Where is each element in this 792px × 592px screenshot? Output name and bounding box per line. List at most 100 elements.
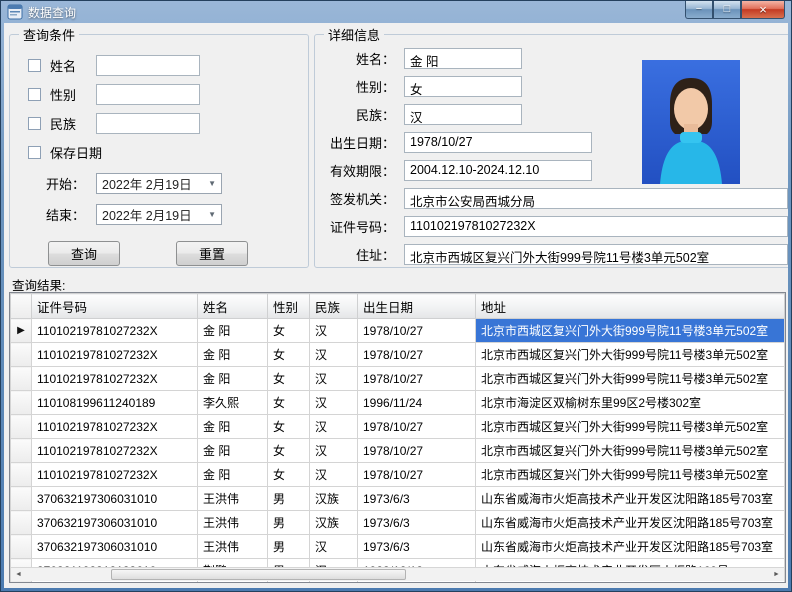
gender-filter-checkbox[interactable]	[28, 88, 41, 101]
cell-id[interactable]: 370632197306031010	[32, 487, 198, 511]
query-button[interactable]: 查询	[48, 241, 120, 266]
chevron-down-icon[interactable]: ▼	[208, 179, 216, 188]
cell-id[interactable]: 11010219781027232X	[32, 439, 198, 463]
cell-gender[interactable]: 女	[268, 391, 310, 415]
row-selector[interactable]	[11, 391, 32, 415]
detail-address-field[interactable]: 北京市西城区复兴门外大街999号院11号楼3单元502室	[404, 244, 788, 265]
cell-name[interactable]: 金 阳	[198, 415, 268, 439]
cell-address[interactable]: 北京市西城区复兴门外大街999号院11号楼3单元502室	[476, 343, 785, 367]
cell-name[interactable]: 金 阳	[198, 463, 268, 487]
cell-birth[interactable]: 1978/10/27	[358, 439, 476, 463]
cell-birth[interactable]: 1978/10/27	[358, 367, 476, 391]
cell-id[interactable]: 11010219781027232X	[32, 367, 198, 391]
row-selector-arrow-icon[interactable]: ▶	[11, 319, 32, 343]
cell-gender[interactable]: 女	[268, 463, 310, 487]
table-row[interactable]: 370632197306031010王洪伟男汉1973/6/3山东省威海市火炬高…	[11, 535, 785, 559]
cell-name[interactable]: 金 阳	[198, 319, 268, 343]
cell-birth[interactable]: 1978/10/27	[358, 319, 476, 343]
cell-name[interactable]: 金 阳	[198, 343, 268, 367]
cell-ethnic[interactable]: 汉	[310, 439, 358, 463]
cell-name[interactable]: 金 阳	[198, 439, 268, 463]
cell-address[interactable]: 山东省威海市火炬高技术产业开发区沈阳路185号703室	[476, 511, 785, 535]
table-row[interactable]: 370632197306031010王洪伟男汉族1973/6/3山东省威海市火炬…	[11, 487, 785, 511]
row-selector[interactable]	[11, 439, 32, 463]
scrollbar-thumb[interactable]	[111, 569, 406, 580]
minimize-button[interactable]: −	[685, 1, 713, 19]
table-row[interactable]: ▶11010219781027232X金 阳女汉1978/10/27北京市西城区…	[11, 319, 785, 343]
cell-ethnic[interactable]: 汉	[310, 367, 358, 391]
cell-id[interactable]: 370632197306031010	[32, 511, 198, 535]
cell-name[interactable]: 金 阳	[198, 367, 268, 391]
cell-gender[interactable]: 男	[268, 535, 310, 559]
cell-id[interactable]: 11010219781027232X	[32, 319, 198, 343]
row-selector[interactable]	[11, 487, 32, 511]
cell-ethnic[interactable]: 汉	[310, 319, 358, 343]
cell-ethnic[interactable]: 汉	[310, 463, 358, 487]
cell-gender[interactable]: 男	[268, 487, 310, 511]
cell-address[interactable]: 山东省威海市火炬高技术产业开发区沈阳路185号703室	[476, 535, 785, 559]
cell-id[interactable]: 370632197306031010	[32, 535, 198, 559]
gender-filter-input[interactable]	[96, 84, 200, 105]
cell-gender[interactable]: 女	[268, 415, 310, 439]
start-date-picker[interactable]: 2022年 2月19日 ▼	[96, 173, 222, 194]
row-selector[interactable]	[11, 535, 32, 559]
cell-id[interactable]: 11010219781027232X	[32, 415, 198, 439]
cell-name[interactable]: 李久熙	[198, 391, 268, 415]
cell-name[interactable]: 王洪伟	[198, 535, 268, 559]
cell-ethnic[interactable]: 汉	[310, 391, 358, 415]
name-filter-checkbox[interactable]	[28, 59, 41, 72]
cell-address[interactable]: 北京市西城区复兴门外大街999号院11号楼3单元502室	[476, 463, 785, 487]
cell-gender[interactable]: 女	[268, 319, 310, 343]
cell-birth[interactable]: 1973/6/3	[358, 487, 476, 511]
cell-address[interactable]: 北京市海淀区双榆树东里99区2号楼302室	[476, 391, 785, 415]
detail-birth-field[interactable]: 1978/10/27	[404, 132, 592, 153]
cell-address[interactable]: 北京市西城区复兴门外大街999号院11号楼3单元502室	[476, 439, 785, 463]
column-header[interactable]: 地址	[476, 294, 785, 319]
row-selector[interactable]	[11, 511, 32, 535]
detail-ethnic-field[interactable]: 汉	[404, 104, 522, 125]
row-selector[interactable]	[11, 463, 32, 487]
table-row[interactable]: 11010219781027232X金 阳女汉1978/10/27北京市西城区复…	[11, 415, 785, 439]
column-header[interactable]: 民族	[310, 294, 358, 319]
chevron-down-icon[interactable]: ▼	[208, 210, 216, 219]
end-date-picker[interactable]: 2022年 2月19日 ▼	[96, 204, 222, 225]
ethnic-filter-checkbox[interactable]	[28, 117, 41, 130]
cell-gender[interactable]: 女	[268, 343, 310, 367]
detail-name-field[interactable]: 金 阳	[404, 48, 522, 69]
column-header[interactable]: 出生日期	[358, 294, 476, 319]
cell-id[interactable]: 11010219781027232X	[32, 343, 198, 367]
cell-gender[interactable]: 女	[268, 439, 310, 463]
cell-ethnic[interactable]: 汉	[310, 343, 358, 367]
cell-id[interactable]: 11010219781027232X	[32, 463, 198, 487]
cell-gender[interactable]: 女	[268, 367, 310, 391]
reset-button[interactable]: 重置	[176, 241, 248, 266]
table-row[interactable]: 11010219781027232X金 阳女汉1978/10/27北京市西城区复…	[11, 439, 785, 463]
cell-address[interactable]: 山东省威海市火炬高技术产业开发区沈阳路185号703室	[476, 487, 785, 511]
table-row[interactable]: 11010219781027232X金 阳女汉1978/10/27北京市西城区复…	[11, 343, 785, 367]
cell-ethnic[interactable]: 汉族	[310, 487, 358, 511]
cell-ethnic[interactable]: 汉	[310, 535, 358, 559]
cell-address[interactable]: 北京市西城区复兴门外大街999号院11号楼3单元502室	[476, 367, 785, 391]
cell-birth[interactable]: 1978/10/27	[358, 463, 476, 487]
detail-gender-field[interactable]: 女	[404, 76, 522, 97]
detail-validity-field[interactable]: 2004.12.10-2024.12.10	[404, 160, 592, 181]
detail-issuer-field[interactable]: 北京市公安局西城分局	[404, 188, 788, 209]
row-selector[interactable]	[11, 367, 32, 391]
cell-birth[interactable]: 1973/6/3	[358, 511, 476, 535]
table-row[interactable]: 110108199611240189李久熙女汉1996/11/24北京市海淀区双…	[11, 391, 785, 415]
column-header[interactable]: 证件号码	[32, 294, 198, 319]
cell-birth[interactable]: 1973/6/3	[358, 535, 476, 559]
row-selector[interactable]	[11, 343, 32, 367]
close-button[interactable]: ×	[741, 1, 785, 19]
cell-birth[interactable]: 1996/11/24	[358, 391, 476, 415]
table-row[interactable]: 11010219781027232X金 阳女汉1978/10/27北京市西城区复…	[11, 367, 785, 391]
cell-birth[interactable]: 1978/10/27	[358, 343, 476, 367]
column-header[interactable]: 性别	[268, 294, 310, 319]
save-date-checkbox[interactable]	[28, 146, 41, 159]
cell-name[interactable]: 王洪伟	[198, 487, 268, 511]
cell-address[interactable]: 北京市西城区复兴门外大街999号院11号楼3单元502室	[476, 319, 785, 343]
maximize-button[interactable]: □	[713, 1, 741, 19]
cell-ethnic[interactable]: 汉族	[310, 511, 358, 535]
row-selector[interactable]	[11, 415, 32, 439]
name-filter-input[interactable]	[96, 55, 200, 76]
